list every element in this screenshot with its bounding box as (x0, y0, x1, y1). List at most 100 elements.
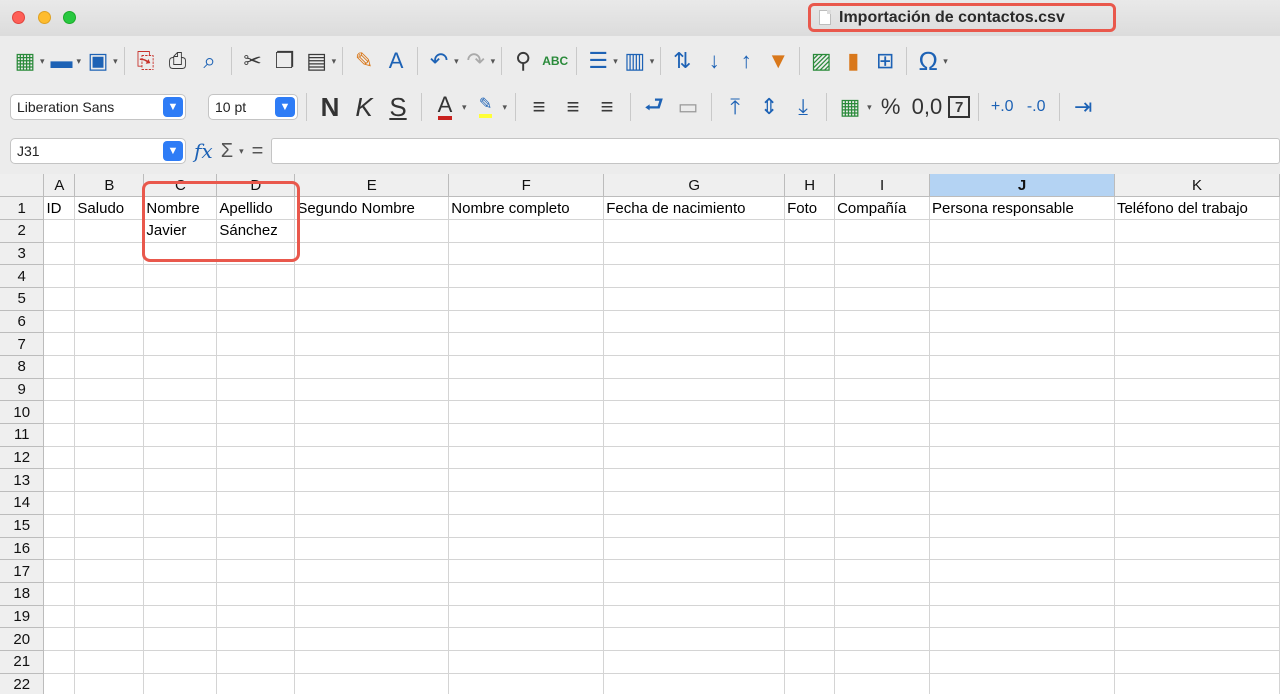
cell-k21[interactable] (1114, 650, 1280, 674)
cell-k3[interactable] (1114, 242, 1280, 266)
cell-d4[interactable] (216, 264, 296, 288)
chevron-down-icon[interactable]: ▼ (163, 141, 183, 161)
cell-i22[interactable] (834, 673, 931, 694)
cell-j13[interactable] (929, 468, 1115, 493)
special-character-dropdown-icon[interactable]: ▾ (943, 56, 948, 67)
cell-c22[interactable] (143, 673, 218, 694)
cell-c2[interactable]: Javier (143, 219, 218, 243)
row-header[interactable]: 18 (0, 582, 45, 606)
row-header[interactable]: 13 (0, 468, 45, 493)
cell-g10[interactable] (603, 400, 786, 425)
cell-h22[interactable] (784, 673, 836, 694)
columns-icon[interactable]: ▥ (620, 45, 650, 77)
cell-i1[interactable]: Compañía (834, 196, 931, 220)
cell-g2[interactable] (603, 219, 786, 243)
column-header-e[interactable]: E (294, 174, 450, 198)
currency-format-icon[interactable]: ▦ (835, 91, 865, 123)
new-spreadsheet-icon[interactable]: ▦ (10, 45, 40, 77)
cell-d13[interactable] (216, 468, 296, 493)
save-icon[interactable]: ▣ (83, 45, 113, 77)
cell-b7[interactable] (74, 332, 145, 356)
cell-j9[interactable] (929, 378, 1115, 402)
column-header-i[interactable]: I (834, 174, 931, 198)
highlight-button[interactable]: ✎ (471, 91, 501, 123)
currency-dropdown-icon[interactable]: ▾ (867, 102, 872, 113)
columns-dropdown-icon[interactable]: ▾ (650, 56, 655, 67)
cell-b11[interactable] (74, 423, 145, 447)
cell-f14[interactable] (448, 491, 605, 515)
function-wizard-button[interactable]: fx (194, 139, 213, 163)
cell-i4[interactable] (834, 264, 931, 288)
cell-g14[interactable] (603, 491, 786, 515)
cell-a8[interactable] (43, 355, 76, 379)
cell-f2[interactable] (448, 219, 605, 243)
cell-k20[interactable] (1114, 627, 1280, 651)
cell-h16[interactable] (784, 537, 836, 561)
insert-chart-icon[interactable]: ▮ (838, 45, 868, 77)
column-header-a[interactable]: A (43, 174, 76, 198)
align-middle-icon[interactable]: ⇕ (754, 91, 784, 123)
cell-f22[interactable] (448, 673, 605, 694)
cell-e2[interactable] (294, 219, 450, 243)
cell-b13[interactable] (74, 468, 145, 493)
cell-b16[interactable] (74, 537, 145, 561)
formula-input[interactable] (271, 138, 1280, 164)
cell-h13[interactable] (784, 468, 836, 493)
cell-a10[interactable] (43, 400, 76, 425)
cell-j19[interactable] (929, 605, 1115, 629)
cell-i14[interactable] (834, 491, 931, 515)
cell-d6[interactable] (216, 310, 296, 334)
cell-g4[interactable] (603, 264, 786, 288)
cell-k8[interactable] (1114, 355, 1280, 379)
cell-e9[interactable] (294, 378, 450, 402)
cell-c1[interactable]: Nombre (143, 196, 218, 220)
sort-ascending-icon[interactable]: ↓ (699, 45, 729, 77)
cell-e4[interactable] (294, 264, 450, 288)
cell-i3[interactable] (834, 242, 931, 266)
cell-c17[interactable] (143, 559, 218, 583)
paste-icon[interactable]: ▤ (302, 45, 332, 77)
cell-j5[interactable] (929, 287, 1115, 311)
cell-d10[interactable] (216, 400, 296, 425)
row-header[interactable]: 19 (0, 605, 45, 629)
cell-h7[interactable] (784, 332, 836, 356)
cell-h18[interactable] (784, 582, 836, 606)
cell-c14[interactable] (143, 491, 218, 515)
cell-g22[interactable] (603, 673, 786, 694)
row-header[interactable]: 17 (0, 559, 45, 583)
cell-j8[interactable] (929, 355, 1115, 379)
cell-i21[interactable] (834, 650, 931, 674)
cell-j7[interactable] (929, 332, 1115, 356)
cell-g12[interactable] (603, 446, 786, 470)
cell-e16[interactable] (294, 537, 450, 561)
cell-d19[interactable] (216, 605, 296, 629)
cell-g18[interactable] (603, 582, 786, 606)
cell-h8[interactable] (784, 355, 836, 379)
cell-f10[interactable] (448, 400, 605, 425)
cell-a15[interactable] (43, 514, 76, 538)
row-header[interactable]: 20 (0, 627, 45, 651)
row-header[interactable]: 1 (0, 196, 45, 220)
cell-d14[interactable] (216, 491, 296, 515)
cell-b2[interactable] (74, 219, 145, 243)
cell-b17[interactable] (74, 559, 145, 583)
cell-e21[interactable] (294, 650, 450, 674)
cell-h4[interactable] (784, 264, 836, 288)
cell-h19[interactable] (784, 605, 836, 629)
cell-e22[interactable] (294, 673, 450, 694)
cell-f7[interactable] (448, 332, 605, 356)
pivot-table-icon[interactable]: ⊞ (870, 45, 900, 77)
cell-e17[interactable] (294, 559, 450, 583)
cell-a9[interactable] (43, 378, 76, 402)
sum-button[interactable]: Σ (221, 140, 233, 163)
paste-dropdown-icon[interactable]: ▾ (332, 56, 337, 67)
cell-j11[interactable] (929, 423, 1115, 447)
cell-e10[interactable] (294, 400, 450, 425)
row-header[interactable]: 11 (0, 423, 45, 447)
cell-h2[interactable] (784, 219, 836, 243)
cell-d21[interactable] (216, 650, 296, 674)
cell-k18[interactable] (1114, 582, 1280, 606)
new-dropdown-icon[interactable]: ▾ (40, 56, 45, 67)
select-all-corner[interactable] (0, 174, 45, 198)
cell-a20[interactable] (43, 627, 76, 651)
